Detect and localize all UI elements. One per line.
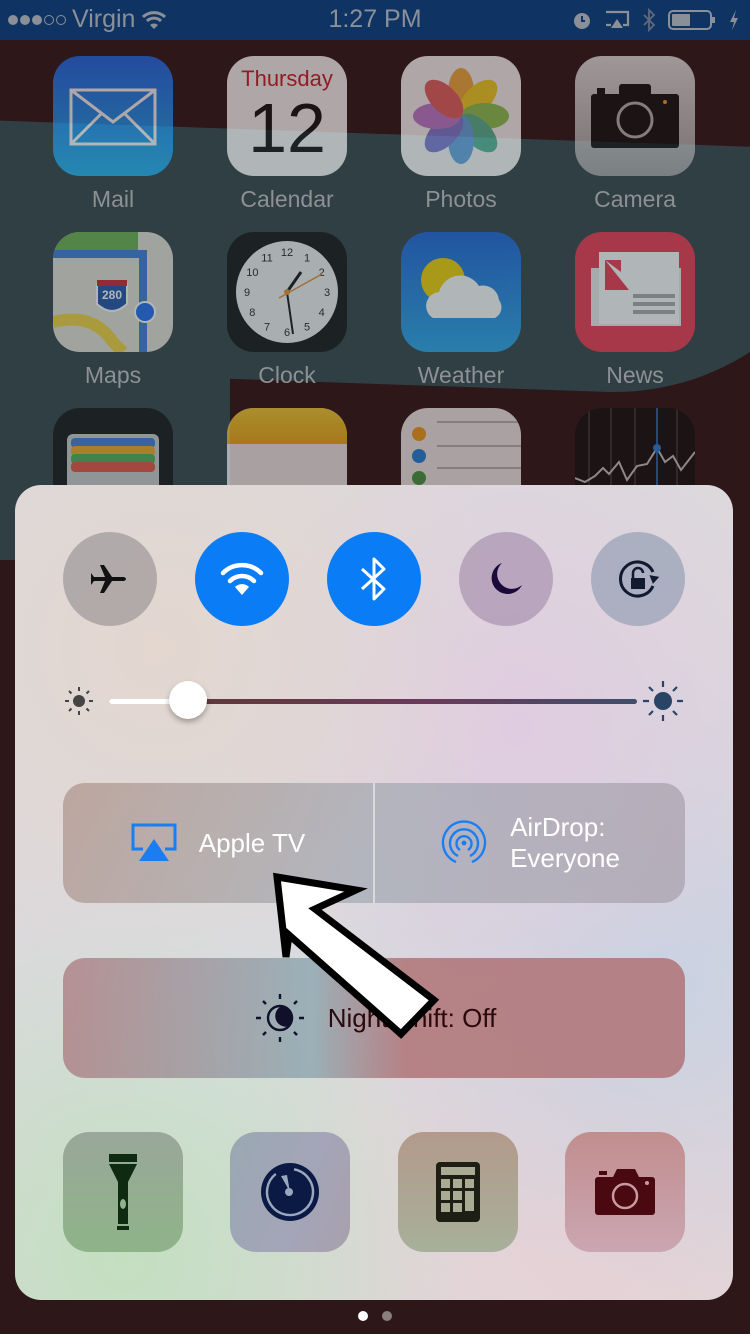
clock-numeral: 10: [246, 267, 258, 279]
app-weather[interactable]: Weather: [401, 232, 521, 389]
do-not-disturb-toggle[interactable]: [459, 532, 553, 626]
rotation-lock-toggle[interactable]: [591, 532, 685, 626]
app-clock[interactable]: 11 10 9 8 7 6 5 4 3 2 1 12 Clock: [227, 232, 347, 389]
timer-icon: [261, 1163, 319, 1221]
bluetooth-icon: [360, 557, 386, 601]
calculator-button[interactable]: [398, 1132, 518, 1252]
maps-icon: 280: [53, 232, 173, 352]
clock-numeral: 3: [324, 287, 330, 299]
app-label: Clock: [258, 362, 316, 388]
night-shift-button[interactable]: Night Shift: Off: [63, 958, 685, 1078]
night-shift-label: Night Shift: Off: [327, 1002, 497, 1033]
maps-route-label: 280: [101, 288, 123, 302]
airplane-icon: [91, 565, 126, 593]
app-label: Maps: [84, 362, 142, 388]
airdrop-button[interactable]: AirDrop: Everyone: [375, 783, 685, 903]
airdrop-label-line1: AirDrop:: [510, 812, 606, 842]
calendar-icon: Thursday 12: [227, 56, 347, 176]
app-label: Mail: [91, 186, 135, 212]
charging-icon: [730, 10, 738, 30]
weather-icon: [401, 232, 521, 352]
camera-button[interactable]: [565, 1132, 685, 1252]
clock-numeral: 4: [319, 307, 325, 319]
calculator-icon: [436, 1162, 480, 1222]
brightness-fill: [109, 699, 173, 704]
clock-numeral: 5: [304, 322, 310, 334]
page-dot-active[interactable]: [358, 1311, 368, 1321]
clock-numeral: 2: [319, 267, 325, 279]
app-calendar[interactable]: Thursday 12 Calendar: [227, 56, 347, 213]
clock-numeral: 9: [244, 287, 250, 299]
page-dot[interactable]: [382, 1311, 392, 1321]
app-camera[interactable]: Camera: [575, 56, 695, 213]
clock-numeral: 8: [249, 307, 255, 319]
clock-numeral: 12: [281, 247, 293, 259]
moon-icon: [491, 563, 522, 594]
bluetooth-icon: [643, 8, 656, 32]
rotation-lock-icon: [619, 560, 660, 598]
app-label: Camera: [594, 186, 676, 212]
wifi-toggle[interactable]: [195, 532, 289, 626]
bluetooth-toggle[interactable]: [327, 532, 421, 626]
app-mail[interactable]: Mail: [53, 56, 173, 213]
page-indicator: [0, 1311, 750, 1321]
night-shift-icon: [255, 994, 304, 1042]
airplay-label: Apple TV: [198, 827, 306, 858]
app-maps[interactable]: 280 Maps: [53, 232, 173, 389]
flashlight-button[interactable]: [63, 1132, 183, 1252]
app-label: News: [606, 362, 664, 388]
photos-icon: [401, 56, 521, 176]
flashlight-icon: [109, 1154, 137, 1230]
timer-button[interactable]: [230, 1132, 350, 1252]
app-label: Photos: [425, 186, 497, 212]
brightness-high-icon: [643, 681, 683, 721]
airplay-icon: [606, 10, 630, 28]
app-photos[interactable]: Photos: [401, 56, 521, 213]
airplane-mode-toggle[interactable]: [63, 532, 157, 626]
brightness-thumb[interactable]: [169, 681, 208, 719]
control-center: Apple TV AirDrop: Everyone Night Shift: …: [15, 485, 733, 1300]
clock-numeral: 6: [284, 327, 290, 339]
app-label: Calendar: [240, 186, 334, 212]
mail-icon: [53, 56, 173, 176]
camera-icon: [575, 56, 695, 176]
airplay-button[interactable]: Apple TV: [63, 783, 373, 903]
camera-icon: [595, 1169, 655, 1215]
airdrop-icon: [441, 820, 487, 864]
calendar-day: 12: [248, 89, 326, 167]
battery-icon: [668, 10, 715, 30]
clock-numeral: 11: [261, 252, 272, 264]
brightness-slider[interactable]: [63, 675, 685, 725]
airplay-icon: [131, 823, 177, 861]
clock-numeral: 7: [264, 322, 270, 334]
toggle-row: [63, 532, 685, 626]
alarm-icon: [574, 13, 590, 29]
shortcut-row: [63, 1132, 685, 1252]
news-icon: [575, 232, 695, 352]
app-label: Weather: [417, 362, 505, 388]
status-bar: Virgin 1:27 PM: [0, 0, 750, 40]
app-news[interactable]: News: [575, 232, 695, 389]
wifi-icon: [220, 562, 264, 595]
clock-icon: 11 10 9 8 7 6 5 4 3 2 1 12: [227, 232, 347, 352]
clock-numeral: 1: [304, 252, 310, 264]
airplay-airdrop-row: Apple TV AirDrop: Everyone: [63, 783, 685, 903]
brightness-low-icon: [65, 687, 93, 715]
airdrop-label-line2: Everyone: [510, 843, 620, 873]
